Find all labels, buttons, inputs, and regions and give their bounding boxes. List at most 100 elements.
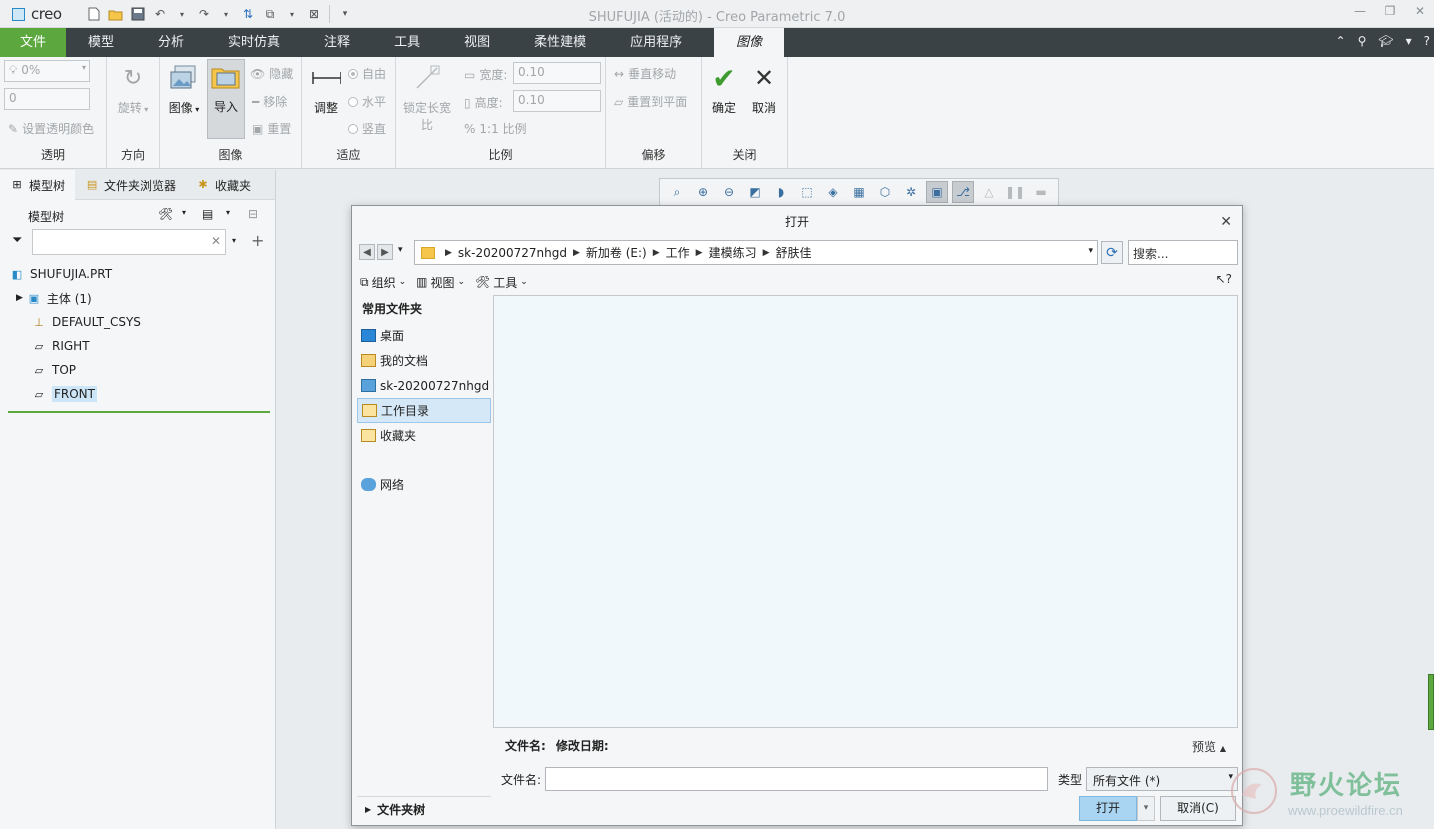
tab-live-simulation[interactable]: 实时仿真 xyxy=(206,28,302,57)
sidebar-item-my-documents[interactable]: 我的文档 xyxy=(357,348,491,373)
ok-button[interactable]: ✔ 确定 xyxy=(704,61,744,116)
tree-item-front[interactable]: ▱ FRONT xyxy=(0,382,276,406)
open-button[interactable]: 打开 xyxy=(1079,796,1137,821)
tree-item-body[interactable]: ▶ ▣ 主体 (1) xyxy=(0,286,276,310)
zoom-in-icon[interactable]: ⊕ xyxy=(692,181,714,203)
repaint-icon[interactable]: ◩ xyxy=(744,181,766,203)
hide-button[interactable]: 👁︎ 隐藏 xyxy=(250,65,293,82)
restore-icon[interactable]: ❐ xyxy=(1382,4,1398,18)
breadcrumb[interactable]: ▶ sk-20200727nhgd ▶ 新加卷 (E:) ▶ 工作 ▶ 建模练习… xyxy=(414,240,1098,265)
tab-flexible-modeling[interactable]: 柔性建模 xyxy=(512,28,608,57)
tab-view[interactable]: 视图 xyxy=(442,28,512,57)
breadcrumb-item[interactable]: sk-20200727nhgd xyxy=(458,246,567,260)
sidebar-item-working-directory[interactable]: 工作目录 xyxy=(357,398,491,423)
tools-menu[interactable]: 🛠︎ 工具 ⌄ xyxy=(475,274,528,291)
filename-input[interactable] xyxy=(545,767,1048,791)
history-dropdown-icon[interactable]: ▾ xyxy=(398,245,403,255)
search-help-icon[interactable]: ⚲ xyxy=(1358,34,1367,48)
triangle-icon[interactable]: △ xyxy=(978,181,1000,203)
open-options-dropdown-icon[interactable]: ▾ xyxy=(1137,796,1155,821)
close-icon[interactable]: ✕ xyxy=(1412,4,1428,18)
refresh-icon[interactable]: ⟳ xyxy=(1101,241,1123,264)
cancel-ribbon-button[interactable]: ✕ 取消 xyxy=(744,61,784,116)
clear-search-icon[interactable]: ✕ xyxy=(211,234,221,248)
breadcrumb-item[interactable]: 建模练习 xyxy=(709,244,757,261)
reset-to-plane-button[interactable]: ▱ 重置到平面 xyxy=(614,93,687,110)
fit-horizontal-radio[interactable]: 水平 xyxy=(348,93,386,110)
vertical-move-button[interactable]: ↔ 垂直移动 xyxy=(614,65,676,82)
context-help-icon[interactable]: ↖? xyxy=(1216,272,1232,286)
remove-button[interactable]: ━ 移除 xyxy=(252,93,287,110)
tab-folder-browser[interactable]: ▤ 文件夹浏览器 xyxy=(75,170,186,200)
transparency-value-field[interactable]: 0 xyxy=(4,88,90,110)
search-input[interactable]: 搜索... xyxy=(1128,240,1238,265)
help-icon[interactable]: ? xyxy=(1424,34,1430,48)
side-scroll-indicator[interactable] xyxy=(1428,674,1434,730)
lock-aspect-ratio-button[interactable]: 锁定长宽 比 xyxy=(400,61,454,133)
refit-icon[interactable]: ⌕ xyxy=(666,181,688,203)
tree-item-top[interactable]: ▱ TOP xyxy=(0,358,276,382)
organize-menu[interactable]: ⧉ 组织 ⌄ xyxy=(360,274,406,291)
height-input[interactable]: 0.10 xyxy=(513,90,601,112)
pause-icon[interactable]: ❚❚ xyxy=(1004,181,1026,203)
tree-tools-dropdown-icon[interactable]: ▾ xyxy=(182,208,186,217)
zoom-out-icon[interactable]: ⊖ xyxy=(718,181,740,203)
percent-dropdown-icon[interactable]: ▾ xyxy=(82,63,86,72)
datum-display-icon[interactable]: ✲ xyxy=(900,181,922,203)
add-filter-icon[interactable]: + xyxy=(251,231,264,250)
tree-search-input[interactable]: ✕ xyxy=(32,229,226,255)
spin-center-icon[interactable]: ⎇ xyxy=(952,181,974,203)
tab-tools[interactable]: 工具 xyxy=(372,28,442,57)
view-manager-icon[interactable]: ◈ xyxy=(822,181,844,203)
tab-file[interactable]: 文件 xyxy=(0,28,66,57)
filter-dropdown-icon[interactable]: ▾ xyxy=(232,236,236,245)
transparency-percent-field[interactable]: 💡︎ 0% ▾ xyxy=(4,60,90,82)
tree-columns-icon[interactable]: ⊟ xyxy=(248,207,258,221)
learning-icon[interactable]: 🎓︎ xyxy=(1378,34,1393,48)
sidebar-item-desktop[interactable]: 桌面 xyxy=(357,323,491,348)
fit-vertical-radio[interactable]: 竖直 xyxy=(348,120,386,137)
tab-model[interactable]: 模型 xyxy=(66,28,136,57)
tree-settings-dropdown-icon[interactable]: ▾ xyxy=(226,208,230,217)
annotation-display-icon[interactable]: ▣ xyxy=(926,181,948,203)
one-to-one-ratio-button[interactable]: % 1:1 比例 xyxy=(464,120,527,137)
width-input[interactable]: 0.10 xyxy=(513,62,601,84)
file-list[interactable] xyxy=(493,295,1238,728)
sidebar-item-computer[interactable]: sk-20200727nhgd xyxy=(357,373,491,398)
tab-annotate[interactable]: 注释 xyxy=(302,28,372,57)
dialog-close-icon[interactable]: ✕ xyxy=(1220,214,1232,230)
tab-analysis[interactable]: 分析 xyxy=(136,28,206,57)
set-transparent-color-button[interactable]: ✎ 设置透明颜色 xyxy=(8,120,94,137)
tree-item-part[interactable]: ◧ SHUFUJIA.PRT xyxy=(0,262,276,286)
views-menu[interactable]: ▥ 视图 ⌄ xyxy=(416,274,465,291)
expand-icon[interactable]: ▶ xyxy=(16,293,23,303)
forward-icon[interactable]: ▶ xyxy=(377,244,393,260)
sidebar-item-favorites[interactable]: 收藏夹 xyxy=(357,423,491,448)
layer-icon[interactable]: ▬ xyxy=(1030,181,1052,203)
adjust-button[interactable]: 调整 xyxy=(306,61,346,116)
tab-favorites[interactable]: ✱ 收藏夹 xyxy=(186,170,261,200)
back-icon[interactable]: ◀ xyxy=(359,244,375,260)
filter-icon[interactable]: ⏷ xyxy=(12,233,22,248)
tree-item-right[interactable]: ▱ RIGHT xyxy=(0,334,276,358)
tab-image[interactable]: 图像 xyxy=(714,28,785,57)
sidebar-item-network[interactable]: 网络 xyxy=(357,472,491,497)
image-button[interactable]: 图像 ▾ xyxy=(164,61,204,116)
display-style-icon[interactable]: ◗ xyxy=(770,181,792,203)
reset-button[interactable]: ▣ 重置 xyxy=(252,120,291,137)
rotate-button[interactable]: ↻ 旋转 ▾ xyxy=(113,61,153,116)
tree-settings-icon[interactable]: ▤ xyxy=(202,207,213,221)
file-type-select[interactable]: 所有文件 (*) ▾ xyxy=(1086,767,1238,791)
breadcrumb-item[interactable]: 工作 xyxy=(666,244,690,261)
tab-model-tree[interactable]: ⊞ 模型树 xyxy=(0,170,76,200)
minimize-icon[interactable]: — xyxy=(1352,4,1368,18)
tree-item-csys[interactable]: ⊥ DEFAULT_CSYS xyxy=(0,310,276,334)
preview-toggle[interactable]: 预览 ▲ xyxy=(1192,738,1226,755)
help-dropdown-icon[interactable]: ▾ xyxy=(1406,34,1412,48)
breadcrumb-item[interactable]: 舒肤佳 xyxy=(776,244,812,261)
tree-tools-icon[interactable]: 🛠︎ xyxy=(158,207,173,221)
collapse-ribbon-icon[interactable]: ⌃ xyxy=(1336,34,1346,48)
fit-free-radio[interactable]: 自由 xyxy=(348,65,386,82)
section-icon[interactable]: ⬡ xyxy=(874,181,896,203)
saved-orientations-icon[interactable]: ⬚ xyxy=(796,181,818,203)
